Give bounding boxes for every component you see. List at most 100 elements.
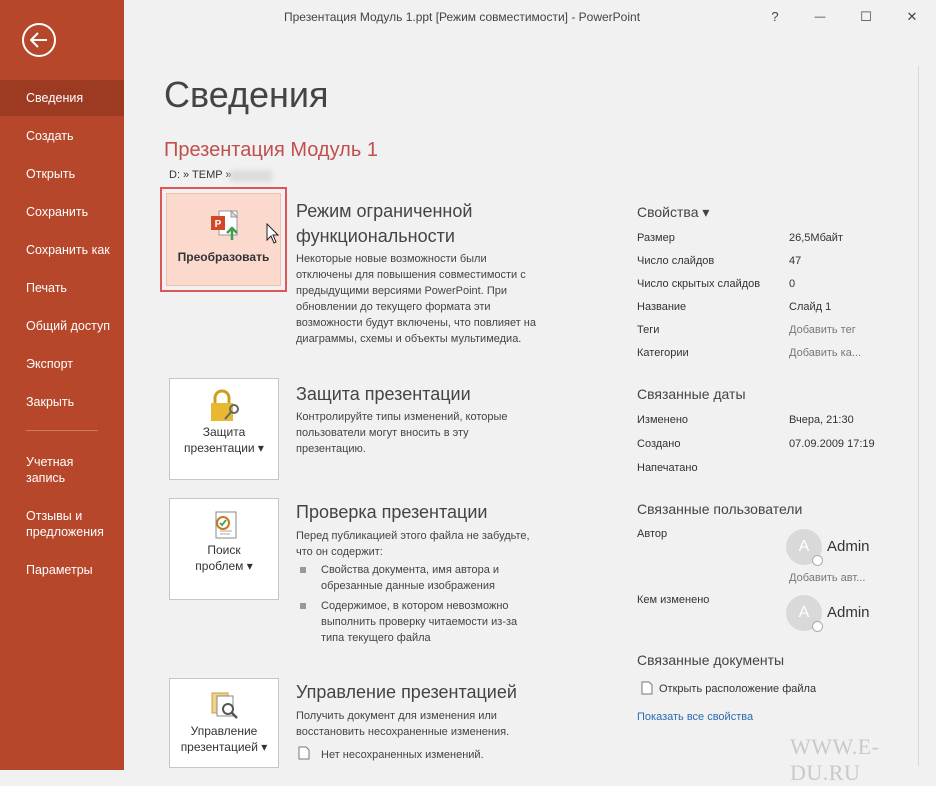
nav-info[interactable]: Сведения bbox=[0, 80, 124, 116]
inspect-desc-2: что он содержит: bbox=[296, 546, 383, 558]
vertical-scrollbar[interactable] bbox=[918, 66, 928, 766]
prop-value-tags[interactable]: Добавить тег bbox=[789, 324, 856, 336]
back-arrow-icon bbox=[30, 32, 47, 48]
properties-dropdown[interactable]: Свойства ▾ bbox=[637, 204, 709, 221]
prop-label-tags: Теги bbox=[637, 324, 660, 336]
inspect-bullet-2-line1: Содержимое, в котором невозможно bbox=[321, 600, 509, 612]
back-button[interactable] bbox=[22, 23, 56, 57]
document-title: Презентация Модуль 1 bbox=[164, 139, 378, 161]
prop-value-title[interactable]: Слайд 1 bbox=[789, 301, 831, 313]
check-issues-line2: проблем ▾ bbox=[195, 559, 253, 573]
inspect-bullet-2-line3: типа текущего файла bbox=[321, 632, 431, 644]
file-icon bbox=[641, 681, 653, 695]
protect-title: Защита презентации bbox=[296, 384, 471, 404]
nav-share[interactable]: Общий доступ bbox=[0, 308, 124, 344]
bullet-icon bbox=[300, 603, 306, 609]
inspect-bullet-2-line2: выполнить проверку читаемости из-за bbox=[321, 616, 518, 628]
nav-divider bbox=[26, 430, 98, 431]
compat-title-line1: Режим ограниченной bbox=[296, 201, 473, 221]
protect-desc-3: презентацию. bbox=[296, 443, 366, 455]
prop-label-title: Название bbox=[637, 301, 687, 313]
prop-label-hidden-slides: Число скрытых слайдов bbox=[637, 278, 761, 290]
bullet-icon bbox=[300, 567, 306, 573]
convert-button[interactable]: P Преобразовать bbox=[166, 193, 281, 286]
modifier-avatar: A bbox=[786, 595, 823, 632]
author-initial: A bbox=[798, 538, 810, 555]
prop-value-size: 26,5Мбайт bbox=[789, 232, 843, 244]
nav-close[interactable]: Закрыть bbox=[0, 384, 124, 420]
open-file-location-link[interactable]: Открыть расположение файла bbox=[659, 683, 816, 695]
compat-desc-3: предыдущими версиями PowerPoint. При bbox=[296, 285, 508, 297]
nav-account-line1: Учетная bbox=[26, 455, 74, 469]
nav-feedback-line1: Отзывы и bbox=[26, 509, 83, 523]
presence-icon bbox=[812, 555, 823, 566]
mouse-cursor-icon bbox=[266, 223, 280, 244]
modifier-name[interactable]: Admin bbox=[827, 604, 870, 621]
protect-button-line1: Защита bbox=[202, 425, 246, 439]
date-label-printed: Напечатано bbox=[637, 462, 698, 474]
prop-value-categories[interactable]: Добавить ка... bbox=[789, 347, 861, 359]
nav-print[interactable]: Печать bbox=[0, 270, 124, 306]
related-people-heading: Связанные пользователи bbox=[637, 501, 803, 517]
modified-by-label: Кем изменено bbox=[637, 594, 710, 606]
compat-desc-5: возможности будут включены, что повлияет… bbox=[296, 317, 537, 329]
help-button[interactable]: ? bbox=[764, 6, 786, 28]
inspect-bullet-1-line1: Свойства документа, имя автора и bbox=[321, 564, 500, 576]
convert-ppt-icon: P bbox=[211, 209, 239, 240]
author-name[interactable]: Admin bbox=[827, 538, 870, 555]
document-path[interactable]: D: » TEMP » bbox=[169, 169, 232, 181]
page-title: Сведения bbox=[164, 74, 329, 115]
protect-presentation-button[interactable]: Защита презентации ▾ bbox=[169, 378, 279, 480]
modifier-initial: A bbox=[798, 604, 810, 621]
nav-save[interactable]: Сохранить bbox=[0, 194, 124, 230]
compat-desc-6: диаграммы, схемы и объекты мультимедиа. bbox=[296, 333, 522, 345]
manage-desc-2: восстановить несохраненные изменения. bbox=[296, 726, 510, 738]
related-docs-heading: Связанные документы bbox=[637, 652, 785, 668]
date-label-modified: Изменено bbox=[637, 414, 689, 426]
compat-desc-1: Некоторые новые возможности были bbox=[296, 253, 487, 265]
manage-document-icon bbox=[211, 692, 238, 719]
nav-open[interactable]: Открыть bbox=[0, 156, 124, 192]
nav-export[interactable]: Экспорт bbox=[0, 346, 124, 382]
prop-label-slides: Число слайдов bbox=[637, 255, 715, 267]
manage-button-line1: Управление bbox=[190, 724, 258, 738]
protect-desc-2: пользователи могут вносить в эту bbox=[296, 427, 469, 439]
check-issues-button[interactable]: Поиск проблем ▾ bbox=[169, 498, 279, 600]
date-label-created: Создано bbox=[637, 438, 681, 450]
nav-options[interactable]: Параметры bbox=[0, 552, 124, 588]
title-bar: Презентация Модуль 1.ppt [Режим совмести… bbox=[124, 0, 936, 34]
document-icon bbox=[298, 746, 310, 760]
check-issues-line1: Поиск bbox=[207, 543, 241, 557]
compat-title-line2: функциональности bbox=[296, 226, 455, 246]
nav-account[interactable]: Учетная запись bbox=[0, 453, 124, 489]
author-label: Автор bbox=[637, 528, 668, 540]
nav-feedback[interactable]: Отзывы и предложения bbox=[0, 507, 124, 543]
show-all-properties-link[interactable]: Показать все свойства bbox=[637, 711, 753, 723]
manage-presentation-button[interactable]: Управление презентацией ▾ bbox=[169, 678, 279, 768]
close-window-button[interactable]: ✕ bbox=[901, 6, 923, 28]
add-author-link[interactable]: Добавить авт... bbox=[789, 572, 865, 584]
author-avatar: A bbox=[786, 529, 823, 566]
compat-desc-4: обновлении до текущего формата эти bbox=[296, 301, 491, 313]
maximize-button[interactable]: ☐ bbox=[855, 6, 877, 28]
lock-key-icon bbox=[211, 389, 239, 421]
inspect-bullet-1-line2: обрезанные данные изображения bbox=[321, 580, 495, 592]
watermark: WWW.E-DU.RU bbox=[790, 734, 880, 785]
date-value-created: 07.09.2009 17:19 bbox=[789, 438, 875, 450]
date-value-modified: Вчера, 21:30 bbox=[789, 414, 854, 426]
convert-button-label: Преобразовать bbox=[177, 250, 270, 264]
nav-save-as[interactable]: Сохранить как bbox=[0, 232, 124, 268]
inspect-title: Проверка презентации bbox=[296, 502, 488, 522]
svg-text:P: P bbox=[215, 219, 222, 230]
minimize-button[interactable]: — bbox=[809, 6, 831, 28]
nav-new[interactable]: Создать bbox=[0, 118, 124, 154]
prop-value-slides: 47 bbox=[789, 255, 802, 267]
prop-label-size: Размер bbox=[637, 232, 675, 244]
window-title: Презентация Модуль 1.ppt [Режим совмести… bbox=[284, 10, 641, 24]
presence-icon bbox=[812, 621, 823, 632]
nav-account-line2: запись bbox=[26, 471, 66, 485]
prop-value-hidden-slides: 0 bbox=[789, 278, 796, 290]
nav-feedback-line2: предложения bbox=[26, 525, 104, 539]
manage-button-line2: презентацией ▾ bbox=[180, 740, 268, 754]
manage-note: Нет несохраненных изменений. bbox=[321, 749, 484, 761]
